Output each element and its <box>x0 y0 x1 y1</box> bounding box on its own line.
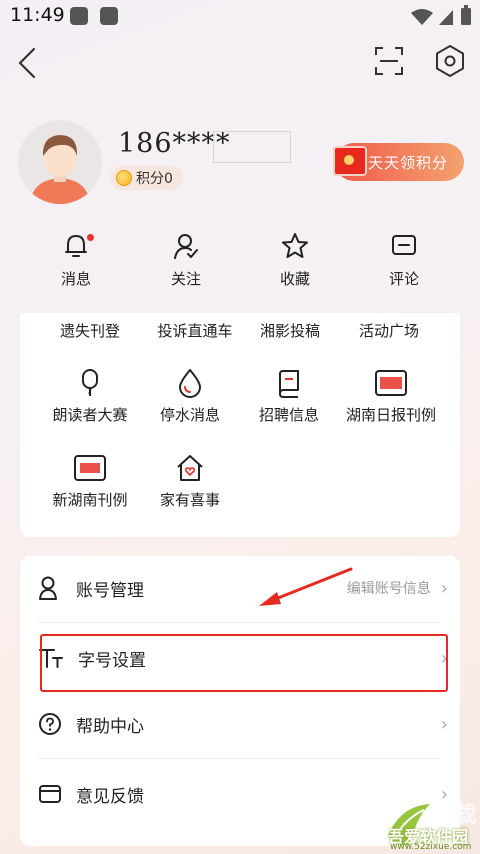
scan-icon <box>375 47 403 75</box>
service-label: 朗读者大赛 <box>52 406 128 424</box>
settings-row-account[interactable]: 账号管理 编辑账号信息 › <box>38 568 448 608</box>
service-water-outage[interactable]: 停水消息 <box>135 368 245 425</box>
feedback-icon <box>39 785 61 803</box>
quick-action-follow[interactable]: 关注 <box>141 232 231 289</box>
wifi-icon <box>411 9 433 25</box>
service-label: 遗失刊登 <box>59 322 120 340</box>
service-new-hunan-rates[interactable]: 新湖南刊例 <box>35 453 145 510</box>
chevron-right-icon: › <box>440 713 448 735</box>
service-label: 招聘信息 <box>258 406 319 424</box>
service-jobs[interactable]: 招聘信息 <box>234 368 344 425</box>
battery-icon <box>461 5 471 25</box>
gear-icon <box>436 45 464 77</box>
chevron-left-icon <box>18 47 36 79</box>
water-drop-icon <box>179 369 201 398</box>
username-placeholder-box <box>213 131 291 163</box>
daily-points-label: 天天领积分 <box>367 153 448 172</box>
scan-button[interactable] <box>374 46 404 76</box>
service-label: 家有喜事 <box>159 491 220 509</box>
avatar-icon <box>30 135 90 204</box>
settings-row-help[interactable]: 帮助中心 › <box>38 704 448 744</box>
avatar[interactable] <box>18 120 102 204</box>
quick-action-comments[interactable]: 评论 <box>359 232 449 289</box>
notification-icon <box>100 7 118 25</box>
service-label: 投诉直通车 <box>157 322 233 340</box>
service-reader-contest[interactable]: 朗读者大赛 <box>35 368 145 425</box>
help-icon <box>39 713 61 735</box>
quick-action-favorites[interactable]: 收藏 <box>250 232 340 289</box>
chevron-right-icon: › <box>440 577 448 599</box>
account-icon <box>39 576 57 600</box>
service-label: 湘影投稿 <box>259 322 320 340</box>
new-hunan-logo-icon <box>74 455 106 481</box>
settings-row-label: 帮助中心 <box>76 716 144 737</box>
quick-action-label: 消息 <box>60 270 91 288</box>
highlight-box <box>40 634 448 692</box>
service-lost-notice[interactable]: 遗失刊登 <box>35 320 145 341</box>
document-icon <box>279 370 299 398</box>
microphone-icon <box>82 369 98 396</box>
service-events[interactable]: 活动广场 <box>334 320 444 341</box>
service-photo-submit[interactable]: 湘影投稿 <box>235 320 345 341</box>
service-complaint[interactable]: 投诉直通车 <box>140 320 250 341</box>
service-family-events[interactable]: 家有喜事 <box>135 453 245 510</box>
settings-row-label: 意见反馈 <box>76 786 144 807</box>
service-label: 停水消息 <box>159 406 220 424</box>
quick-action-label: 收藏 <box>279 270 310 288</box>
watermark-url: www.52zixue.com <box>390 842 472 852</box>
status-time: 11:49 <box>10 4 65 26</box>
divider <box>38 758 440 759</box>
points-badge[interactable]: 积分0 <box>110 166 183 190</box>
arrow-annotation-icon <box>259 567 353 606</box>
red-envelope-icon <box>333 146 367 176</box>
points-label: 积分0 <box>136 171 173 187</box>
star-icon <box>282 233 308 258</box>
quick-action-label: 评论 <box>388 270 419 288</box>
coin-icon <box>116 170 132 186</box>
user-check-icon <box>174 234 198 259</box>
bell-icon <box>65 235 87 257</box>
divider <box>38 622 440 623</box>
back-button[interactable] <box>14 46 42 80</box>
service-hunan-daily-rates[interactable]: 湖南日报刊例 <box>333 368 449 425</box>
settings-row-hint: 编辑账号信息 <box>346 581 431 597</box>
service-label: 新湖南刊例 <box>52 491 128 509</box>
notification-icon <box>70 7 88 25</box>
unread-badge <box>87 234 94 241</box>
status-bar: 11:49 <box>0 0 480 34</box>
settings-button[interactable] <box>434 44 466 78</box>
service-label: 活动广场 <box>358 322 419 340</box>
signal-icon <box>439 10 453 25</box>
quick-action-label: 关注 <box>170 270 201 288</box>
quick-action-messages[interactable]: 消息 <box>31 232 121 289</box>
hunan-daily-logo-icon <box>375 370 407 396</box>
home-heart-icon <box>177 455 203 481</box>
service-label: 湖南日报刊例 <box>345 406 436 424</box>
comment-icon <box>392 235 416 255</box>
settings-row-label: 账号管理 <box>76 580 144 601</box>
